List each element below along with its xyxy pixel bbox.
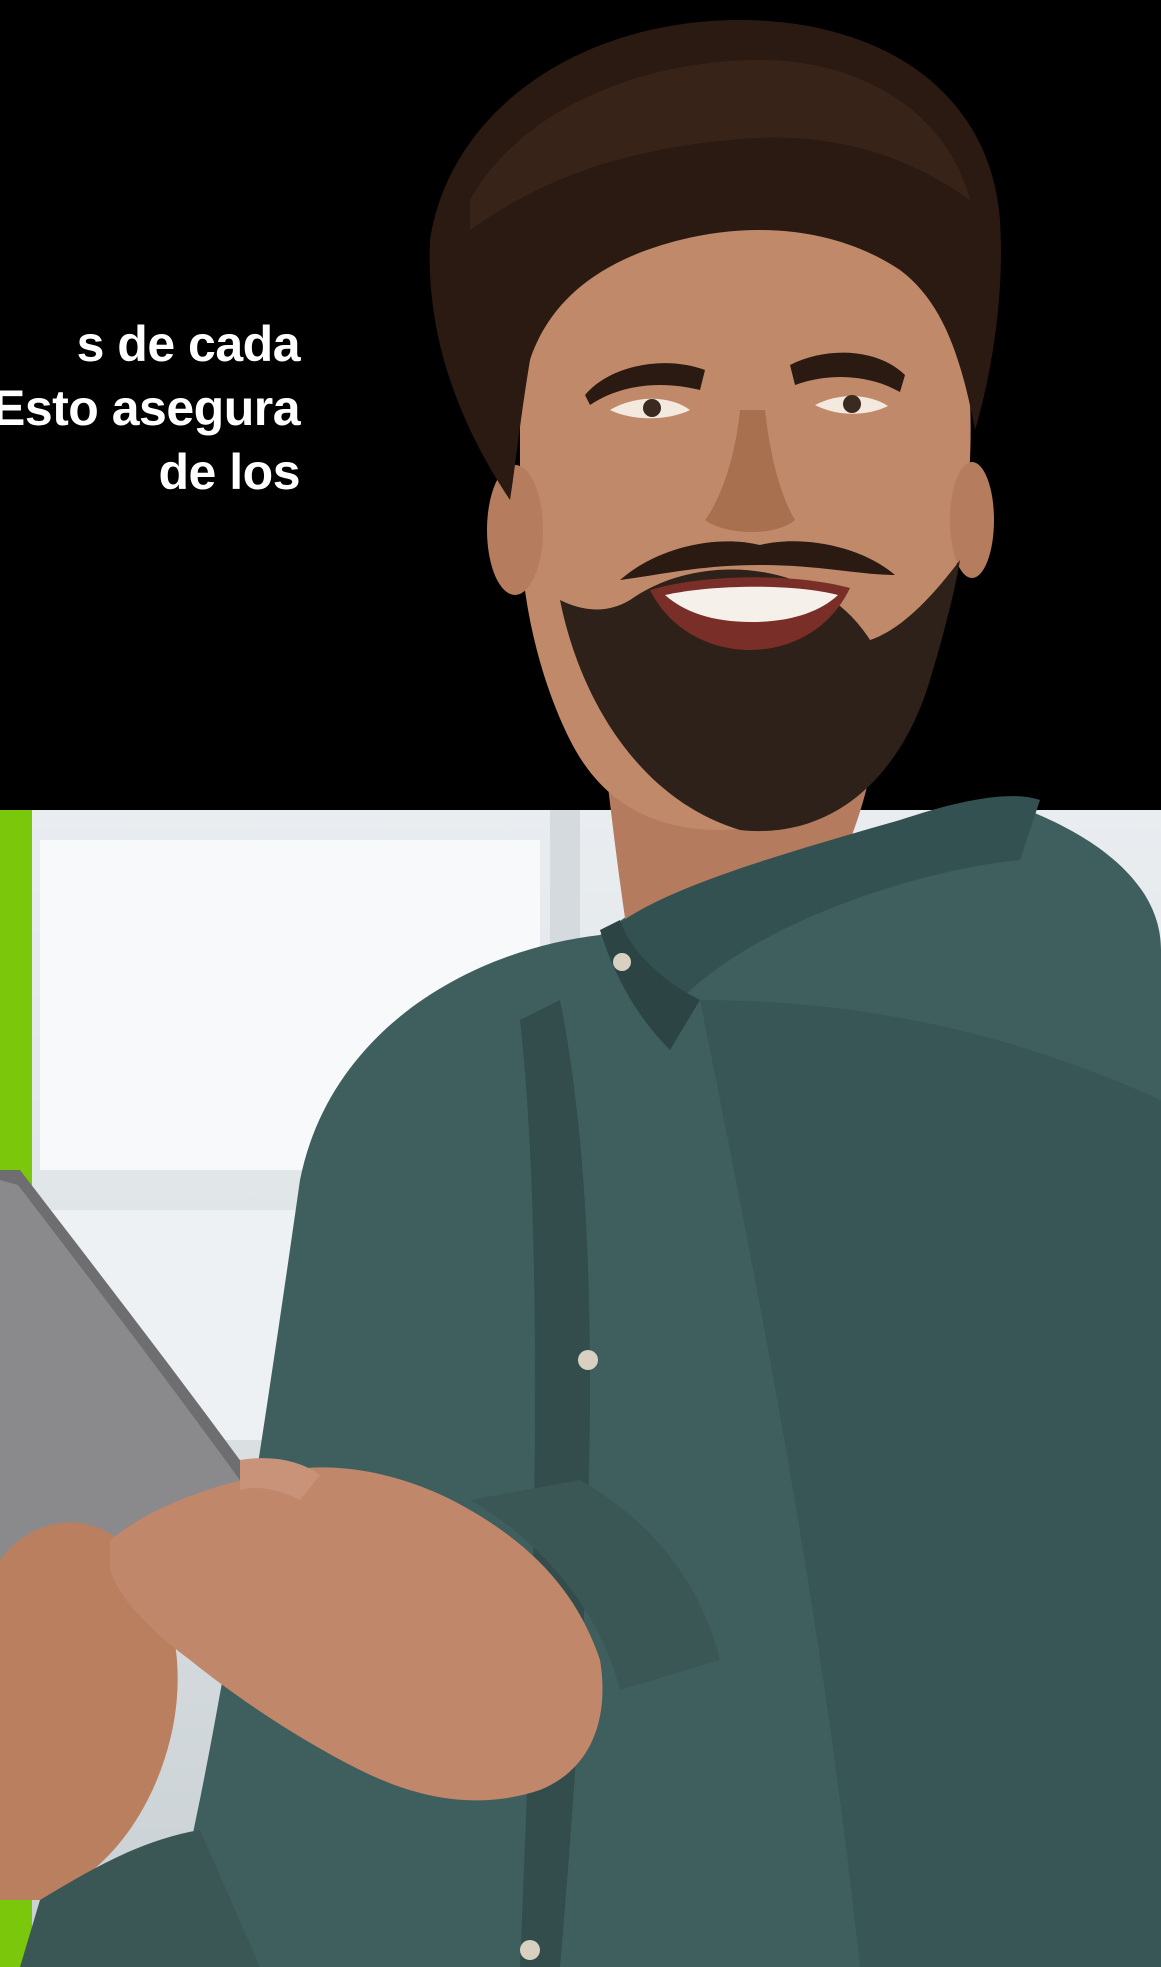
person-with-tablet-photo (0, 20, 1161, 1967)
ear-right (950, 462, 994, 578)
shirt-button-2 (578, 1350, 598, 1370)
shirt-button-1 (613, 953, 631, 971)
ear-left (487, 465, 543, 595)
promo-page: s de cada Esto asegura de los (0, 0, 1161, 1967)
shirt-button-3 (520, 1940, 540, 1960)
